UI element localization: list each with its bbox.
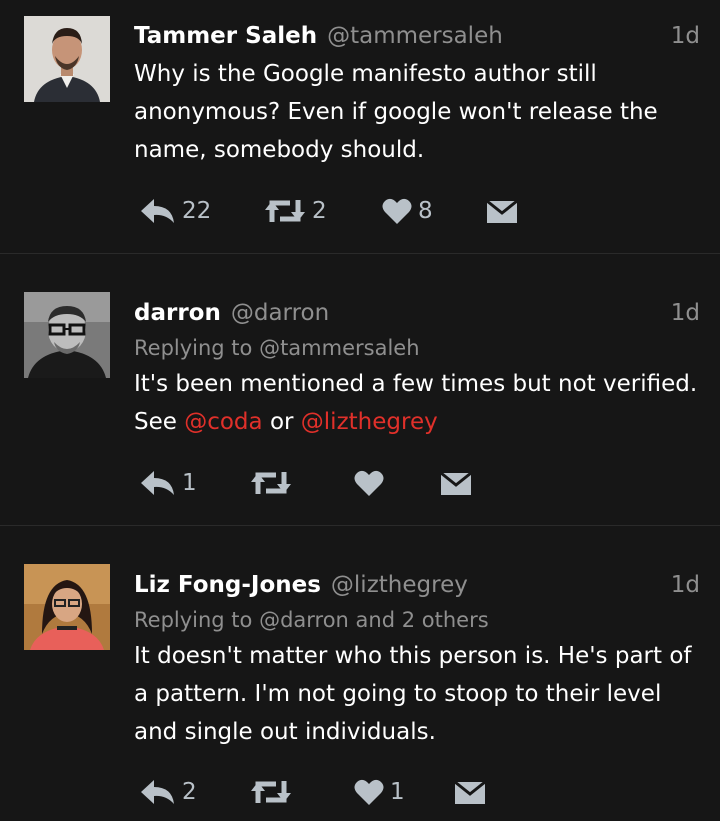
reply-icon [141,199,174,223]
retweet-count: 2 [312,198,327,224]
text-segment: or [262,409,301,435]
reply-button[interactable]: 1 [140,463,197,503]
author-handle[interactable]: @tammersaleh [327,23,503,49]
tweet-text: Why is the Google manifesto author still… [134,55,704,169]
envelope-icon [454,780,486,804]
like-count: 1 [390,779,405,805]
reply-button[interactable]: 2 [140,772,197,812]
envelope-icon [486,199,518,223]
tweet[interactable]: Liz Fong-Jones @lizthegrey 1d Replying to… [0,526,720,821]
retweet-icon [265,200,305,222]
retweet-button[interactable] [250,772,298,812]
like-button[interactable] [354,463,390,503]
message-button[interactable] [486,191,518,231]
reply-icon [141,780,174,804]
reply-count: 22 [182,198,212,224]
reply-count: 1 [182,470,197,496]
tweet-header: Liz Fong-Jones @lizthegrey 1d [134,567,700,603]
envelope-icon [440,471,472,495]
text-segment: Why is the Google manifesto author still… [134,61,658,163]
timestamp[interactable]: 1d [671,18,700,54]
tweet[interactable]: darron @darron 1d Replying to @tammersale… [0,254,720,526]
retweet-button[interactable] [250,463,298,503]
timestamp[interactable]: 1d [671,567,700,603]
message-button[interactable] [440,463,472,503]
tweet-header: Tammer Saleh @tammersaleh 1d [134,18,700,54]
avatar[interactable] [24,564,110,650]
heart-icon [354,779,384,805]
retweet-icon [251,472,291,494]
retweet-button[interactable]: 2 [264,191,327,231]
avatar[interactable] [24,292,110,378]
mention-link[interactable]: @coda [184,409,262,435]
message-button[interactable] [454,772,486,812]
author-name[interactable]: darron [134,300,221,326]
tweet-feed: Tammer Saleh @tammersaleh 1d Why is the G… [0,0,720,821]
reply-icon [141,471,174,495]
tweet-text: It's been mentioned a few times but not … [134,365,704,441]
reply-button[interactable]: 22 [140,191,211,231]
heart-icon [382,198,412,224]
replying-to[interactable]: Replying to @tammersaleh [134,333,420,363]
avatar[interactable] [24,16,110,102]
tweet-header: darron @darron 1d [134,295,700,331]
reply-count: 2 [182,779,197,805]
author-name[interactable]: Liz Fong-Jones [134,572,321,598]
author-handle[interactable]: @darron [231,300,329,326]
retweet-icon [251,781,291,803]
author-handle[interactable]: @lizthegrey [331,572,468,598]
like-button[interactable]: 8 [382,191,433,231]
like-count: 8 [418,198,433,224]
heart-icon [354,470,384,496]
text-segment: It doesn't matter who this person is. He… [134,643,692,745]
replying-to[interactable]: Replying to @darron and 2 others [134,605,489,635]
author-name[interactable]: Tammer Saleh [134,23,317,49]
tweet-text: It doesn't matter who this person is. He… [134,637,704,751]
mention-link[interactable]: @lizthegrey [301,409,438,435]
like-button[interactable]: 1 [354,772,405,812]
timestamp[interactable]: 1d [671,295,700,331]
tweet[interactable]: Tammer Saleh @tammersaleh 1d Why is the G… [0,0,720,254]
